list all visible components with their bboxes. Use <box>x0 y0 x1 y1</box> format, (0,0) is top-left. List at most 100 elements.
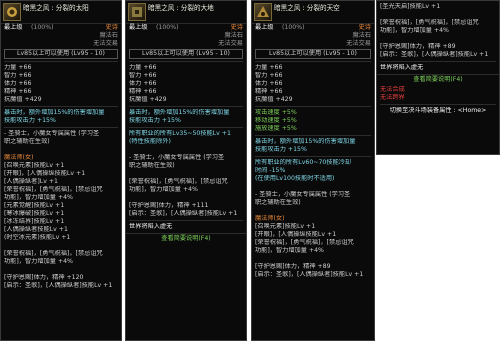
item-tooltip-continuation: [圣光天启]技能Lv +1 [荣誉祝福]，[勇气祝福]，[禁忌诅咒 功能]，智力… <box>376 0 500 155</box>
desc-line: [召唤元素]技能Lv +1 <box>4 162 65 169</box>
divider <box>255 135 371 136</box>
divider <box>129 61 243 62</box>
stat-text: +66 <box>18 72 32 79</box>
stat-text: 体力 <box>255 80 268 87</box>
stat-text: 抗魔值 <box>129 96 148 103</box>
stat-text: +66 <box>143 88 157 95</box>
stat-row: 抗魔值 +429 <box>4 96 118 104</box>
stat-row: 智力 +66 <box>255 72 371 80</box>
stat-list: 力量 +66 智力 +66 体力 +66 精神 +66 抗魔值 +429 <box>126 64 246 104</box>
desc-line: [冰冻结界]技能Lv +1 <box>4 218 65 225</box>
desc-line: 功能]，智力增加量 +4% <box>380 27 449 34</box>
stat-row: 力量 +66 <box>129 64 243 72</box>
trade-status: 无法交易 <box>93 40 118 47</box>
stat-list: 力量 +66 智力 +66 体力 +66 精神 +66 抗魔值 +429 <box>1 64 121 104</box>
effect-list: 暴击时，额外增加15%的伤害增加量 技能攻击力 +15% <box>252 138 374 154</box>
desc-line: [荣誉祝福]，[勇气祝福]，[禁忌诅咒 <box>380 19 479 26</box>
grade-pct: (100%) <box>282 24 305 31</box>
desc-line: [启示：圣歌]，[人偶操纵者]技能Lv +1 <box>255 271 364 278</box>
desc-line: [人偶操纵者]Lv +1 <box>4 178 58 185</box>
tooltip-header: 暗黑之风 : 分裂的大地 <box>126 1 246 24</box>
desc-line: 时间 -15% <box>255 167 286 174</box>
desc-line: [荣誉祝福]，[勇气祝福]，[禁忌诅咒 <box>129 178 228 185</box>
divider <box>255 156 371 157</box>
desc-line: 功能]，智力增加量 +4% <box>255 247 324 254</box>
speed-line: 施放速度 +5% <box>255 125 297 132</box>
desc-line: 魔法师(女) <box>255 215 285 222</box>
desc-line: [守护恩赐]体力，精神 +120 <box>4 274 84 281</box>
divider <box>4 61 118 62</box>
view-brief-button[interactable]: 查看简要说明(F4) <box>126 233 246 243</box>
desc-line <box>4 242 118 250</box>
desc-line <box>380 11 496 19</box>
divider <box>4 127 118 128</box>
stat-row: 精神 +66 <box>129 88 243 96</box>
trade-status: 无法交易 <box>346 40 371 47</box>
item-type: 魔法石 <box>224 32 243 39</box>
item-tooltip-sun: 暗黑之风 : 分裂的太阳 最上级 (100%) 史诗 魔法石 无法交易 Lv85以上… <box>0 0 122 341</box>
stat-text: 智力 <box>129 72 142 79</box>
desc-line: 职之辅助在生效) <box>255 199 301 206</box>
stat-row: 智力 +66 <box>4 72 118 80</box>
stat-text: +66 <box>18 88 32 95</box>
stat-text: 体力 <box>129 80 142 87</box>
desc-line: - 圣骑士，小魔女专属属性 (学习圣 <box>129 154 225 161</box>
stat-text: +66 <box>143 72 157 79</box>
speed-list: 攻击速度 +5% 移动速度 +5% 施放速度 +5% <box>252 109 374 133</box>
effect-list: 暴击时，额外增加15%的伤害增加量 技能攻击力 +15% <box>126 109 246 125</box>
stat-text: +429 <box>149 96 167 103</box>
desc-line <box>129 170 243 178</box>
stat-text: 力量 <box>4 64 17 71</box>
desc-line: [荣誉祝福]，[勇气祝福]，[禁忌诅咒 <box>4 250 103 257</box>
desc-line: 魔法师(女) <box>4 154 34 161</box>
stat-text: +66 <box>143 80 157 87</box>
desc-line: [守护恩赐]体力，精神 +89 <box>380 43 456 50</box>
desc-line: (在使用Lv100技能时不适用) <box>255 175 335 182</box>
divider <box>255 61 371 62</box>
switch-pvp-stats-hint[interactable]: 切换至决斗场装备属性 : <Home> <box>380 107 496 115</box>
stat-row: 体力 +66 <box>129 80 243 88</box>
desc-line: [人偶操纵者技能Lv +1 <box>4 226 68 233</box>
divider <box>129 127 243 128</box>
description-list: 所有职业的所有Lv35~50技能Lv +1 (特性技能除外) - 圣骑士，小魔女… <box>126 130 246 218</box>
footer-note: 世界将陷入虚无 <box>129 223 173 230</box>
desc-line: [荣誉祝福]，[勇气祝福]，[禁忌诅咒 <box>255 239 354 246</box>
item-icon <box>128 3 146 21</box>
item-title: 暗黑之风 : 分裂的太阳 <box>23 4 89 12</box>
rarity: 史诗 <box>230 24 243 31</box>
stat-text: +66 <box>269 80 283 87</box>
grade-pct: (100%) <box>156 24 179 31</box>
stat-text: 精神 <box>129 88 142 95</box>
footer-note: 世界将陷入虚无 <box>380 64 424 71</box>
stat-row: 抗魔值 +429 <box>255 96 371 104</box>
stat-text: 抗魔值 <box>255 96 274 103</box>
desc-line <box>255 207 371 215</box>
stat-row: 智力 +66 <box>129 72 243 80</box>
desc-line <box>255 183 371 191</box>
stat-row: 力量 +66 <box>4 64 118 72</box>
effect-line: 技能攻击力 +15% <box>129 117 181 124</box>
footer-note-block: 世界将陷入虚无 <box>377 64 499 72</box>
view-brief-button[interactable]: 查看简要说明(F4) <box>377 74 499 84</box>
desc-line: [启示：圣歌]，[人偶操纵者]技能Lv +1 <box>380 51 489 58</box>
description-list: [圣光天启]技能Lv +1 [荣誉祝福]，[勇气祝福]，[禁忌诅咒 功能]，智力… <box>377 1 499 59</box>
trade-status: 无法交易 <box>218 40 243 47</box>
effect-list: 暴击时，额外增加15%的伤害增加量 技能攻击力 +15% <box>1 109 121 125</box>
desc-line: 职之辅助在生效) <box>129 162 175 169</box>
item-icon <box>254 3 272 21</box>
stat-text: 力量 <box>255 64 268 71</box>
grade-label: 最上级 <box>255 24 274 31</box>
rarity: 史诗 <box>358 24 371 31</box>
item-title: 暗黑之风 : 分裂的天空 <box>274 4 340 12</box>
desc-line <box>129 194 243 202</box>
desc-line <box>380 35 496 43</box>
desc-line: 职之辅助在生效) <box>4 138 50 145</box>
compare-block: 切换至决斗场装备属性 : <Home> <box>377 107 499 115</box>
tooltip-header: 暗黑之风 : 分裂的太阳 <box>1 1 121 24</box>
tooltip-header: 暗黑之风 : 分裂的天空 <box>252 1 374 24</box>
stat-text: +429 <box>24 96 42 103</box>
desc-line: [守护恩赐]体力，精神 +89 <box>255 263 331 270</box>
stat-row: 体力 +66 <box>4 80 118 88</box>
divider <box>4 106 118 107</box>
stat-text: +66 <box>18 80 32 87</box>
